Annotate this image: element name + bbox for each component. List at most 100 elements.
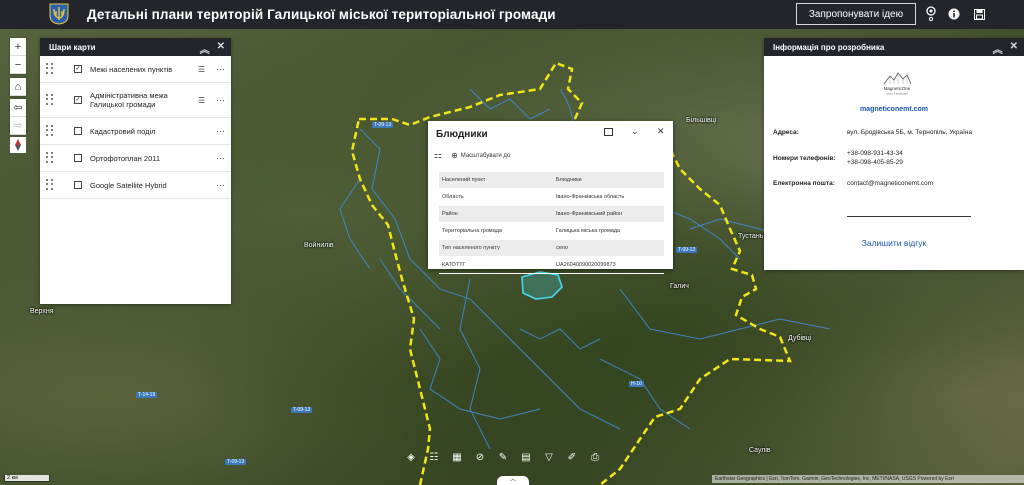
map-attribution: Earthstar Geographics | Esri, TomTom, Ga… <box>712 475 1024 483</box>
email-value[interactable]: contact@magneticonemt.com <box>847 179 933 188</box>
layer-visibility-checkbox[interactable]: ✓ <box>74 96 82 104</box>
field-value: UA26040090020099873 <box>553 256 664 274</box>
place-label: Галич <box>670 283 689 290</box>
layer-label: Кадастровий поділ <box>90 126 156 136</box>
layer-visibility-checkbox[interactable] <box>74 181 82 189</box>
layer-label: Межі населених пунктів <box>90 64 173 74</box>
field-value: село <box>553 239 664 257</box>
field-value: Галицька міська громада <box>553 222 664 240</box>
expand-bottom-panel-button[interactable]: ︿ <box>497 476 529 485</box>
options-grid-icon[interactable]: ⚏ <box>434 150 442 161</box>
chevron-down-icon[interactable]: ⌄ <box>631 126 639 137</box>
zoom-in-button[interactable]: + <box>10 38 26 56</box>
more-options-icon[interactable]: ⋯ <box>216 153 226 164</box>
save-icon[interactable] <box>972 6 986 22</box>
layer-item[interactable]: Кадастровий поділ ⋯ <box>40 118 231 145</box>
more-options-icon[interactable]: ⋯ <box>216 95 226 106</box>
table-row: КАТОТТГ UA26040090020099873 <box>439 256 664 274</box>
developer-logo: MagneticOne urban & landscape <box>884 72 912 96</box>
layers-panel-title: Шари карти <box>49 42 96 52</box>
table-icon[interactable]: ▤ <box>518 449 534 465</box>
table-row: Територіальна громада Галицька міська гро… <box>439 222 664 240</box>
home-button[interactable]: ⌂ <box>10 78 26 96</box>
close-icon[interactable]: ✕ <box>1010 41 1018 56</box>
zoom-control: + − <box>10 38 26 74</box>
more-options-icon[interactable]: ⋯ <box>216 180 226 191</box>
layer-label: Адміністративна межа Галицької громади <box>90 91 168 109</box>
dock-icon[interactable] <box>604 128 613 138</box>
legend-icon[interactable]: ☰ <box>198 65 205 74</box>
phone-value: +38-098-405-85-29 <box>847 159 903 166</box>
collapse-icon[interactable]: ︽ <box>200 41 210 56</box>
field-name: Населений пункт <box>439 172 553 189</box>
basemap-gallery-icon[interactable]: ▦ <box>449 449 465 465</box>
address-label: Адреса: <box>773 129 799 136</box>
road-label: H-10 <box>629 381 644 387</box>
draw-icon[interactable]: ✎ <box>495 449 511 465</box>
field-name: Територіальна громада <box>439 222 553 240</box>
collapse-icon[interactable]: ︽ <box>993 41 1003 56</box>
scale-bar: 2 км <box>4 475 50 482</box>
list-icon[interactable]: ☷ <box>426 449 442 465</box>
brand-name: MagneticOne <box>884 86 911 91</box>
layer-item[interactable]: ✓ Межі населених пунктів ☰ ⋯ <box>40 56 231 83</box>
layers-panel-header: Шари карти ︽ ✕ <box>40 38 231 56</box>
place-label: Саулів <box>749 447 771 454</box>
drag-handle-icon[interactable] <box>46 125 54 137</box>
layer-visibility-checkbox[interactable] <box>74 127 82 135</box>
drag-handle-icon[interactable] <box>46 179 54 191</box>
drag-handle-icon[interactable] <box>46 63 54 75</box>
layer-list: ✓ Межі населених пунктів ☰ ⋯ ✓ Адміністративн… <box>40 56 231 199</box>
filter-icon[interactable]: ▽ <box>541 449 557 465</box>
drag-handle-icon[interactable] <box>46 94 54 106</box>
field-name: КАТОТТГ <box>439 256 553 274</box>
app-header: Детальні плани територій Галицької міськ… <box>0 0 1024 29</box>
table-row: Область Івано-Франківська область <box>439 188 664 206</box>
phones-label: Номери телефонів: <box>773 155 836 162</box>
previous-extent-button[interactable]: ⇦ <box>10 99 26 117</box>
layer-visibility-checkbox[interactable]: ✓ <box>74 65 82 73</box>
place-label: Більшівці <box>686 117 717 124</box>
info-icon[interactable] <box>947 6 961 22</box>
close-icon[interactable]: ✕ <box>217 41 225 56</box>
more-options-icon[interactable]: ⋯ <box>216 126 226 137</box>
measure-icon[interactable]: ⊘ <box>472 449 488 465</box>
brand-subtitle: urban & landscape <box>886 92 908 96</box>
print-icon[interactable]: ⎙ <box>587 449 603 465</box>
next-extent-button[interactable]: ⇨ <box>10 117 26 135</box>
drag-handle-icon[interactable] <box>46 152 54 164</box>
layer-item[interactable]: Ортофотоплан 2011 ⋯ <box>40 145 231 172</box>
layer-visibility-checkbox[interactable] <box>74 154 82 162</box>
layer-item[interactable]: ✓ Адміністративна межа Галицької громади ☰… <box>40 83 231 118</box>
road-label: T-09-13 <box>676 247 698 253</box>
edit-icon[interactable]: ✐ <box>564 449 580 465</box>
place-label: Дубівці <box>788 335 812 342</box>
legend-icon[interactable]: ☰ <box>198 96 205 105</box>
selected-settlement-polygon <box>521 271 563 300</box>
layer-item[interactable]: Google Satellite Hybrid ⋯ <box>40 172 231 199</box>
map-toolbar: ◈ ☷ ▦ ⊘ ✎ ▤ ▽ ✐ ⎙ <box>403 446 603 468</box>
navigation-control: ⌂ <box>10 78 26 96</box>
zoom-to-button[interactable]: ⊕ Масштабувати до <box>451 151 510 160</box>
more-options-icon[interactable]: ⋯ <box>216 64 226 75</box>
field-value: Івано-Франківський район <box>553 205 664 223</box>
zoom-to-label: Масштабувати до <box>460 152 511 159</box>
table-row: Район Івано-Франківський район <box>439 205 664 223</box>
info-panel-header: Інформація про розробника ︽ ✕ <box>764 38 1024 56</box>
leave-feedback-link[interactable]: Залишити відгук <box>764 238 1024 248</box>
road-label: T-09-13 <box>372 122 394 128</box>
field-value: Івано-Франківська область <box>553 188 664 206</box>
info-panel-title: Інформація про розробника <box>773 42 885 52</box>
layers-icon[interactable]: ◈ <box>403 449 419 465</box>
field-name: Тип населеного пункту <box>439 239 553 257</box>
compass-icon[interactable] <box>10 137 26 153</box>
close-icon[interactable]: ✕ <box>657 126 665 137</box>
zoom-out-button[interactable]: − <box>10 56 26 74</box>
field-value: Блюдники <box>553 172 664 189</box>
layer-label: Ортофотоплан 2011 <box>90 153 161 163</box>
logo-trident-icon <box>49 3 69 25</box>
website-link[interactable]: magneticonemt.com <box>764 106 1024 113</box>
road-label: T-09-13 <box>225 459 247 465</box>
suggest-idea-button[interactable]: Запропонувати ідею <box>796 3 916 25</box>
view-icon[interactable] <box>924 6 938 22</box>
